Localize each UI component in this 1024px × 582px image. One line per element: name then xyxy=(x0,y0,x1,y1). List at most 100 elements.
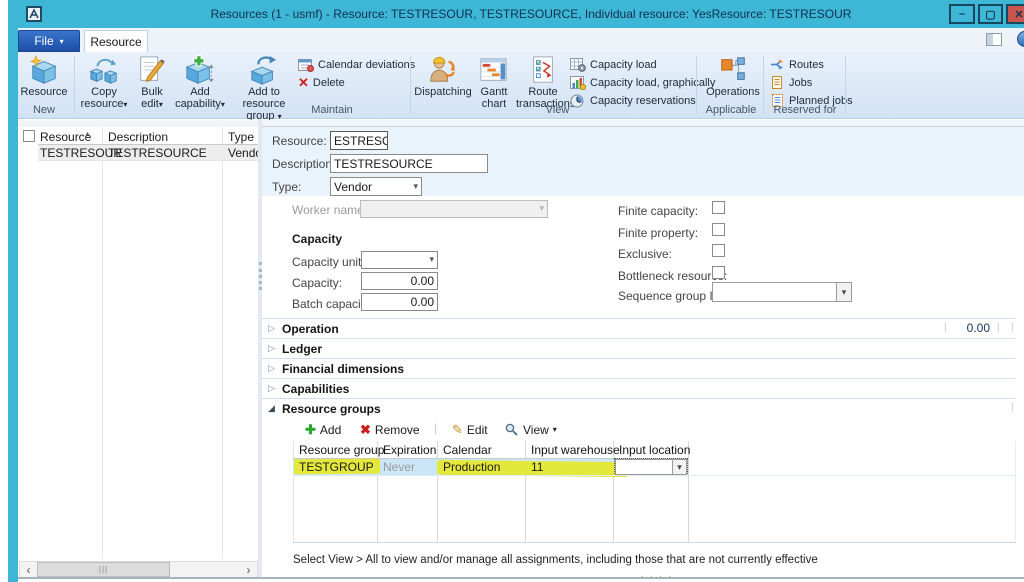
type-dropdown[interactable]: Vendor ▾ xyxy=(330,177,422,196)
horizontal-scrollbar[interactable]: ‹ ||| › xyxy=(19,561,258,578)
bulk-edit-button[interactable]: Bulk edit▾ xyxy=(132,55,172,115)
tick-icon: | xyxy=(997,322,1000,333)
scrollbar-thumb[interactable]: ||| xyxy=(37,562,170,577)
section-operation[interactable]: ▷ Operation xyxy=(262,318,1015,338)
operations-icon xyxy=(718,55,748,85)
section-ledger[interactable]: ▷ Ledger xyxy=(262,338,1015,358)
dropdown-arrow-button[interactable]: ▾ xyxy=(672,460,686,474)
chevron-down-icon: ▾ xyxy=(842,287,847,298)
section-financial-dimensions-label: Financial dimensions xyxy=(282,362,404,376)
tab-resource[interactable]: Resource xyxy=(84,30,148,52)
description-field[interactable]: TESTRESOURCE xyxy=(330,154,488,173)
worker-name-dropdown[interactable]: ▾ xyxy=(360,200,548,218)
section-resource-groups-label: Resource groups xyxy=(282,402,381,416)
group-separator xyxy=(696,56,697,114)
tab-resource-label: Resource xyxy=(90,35,141,49)
rg-col-expiration[interactable]: Expiration xyxy=(383,443,436,457)
row-divider xyxy=(38,160,258,161)
resize-grip-icon[interactable]: · · · · xyxy=(640,569,673,582)
thumb-grip-icon: ||| xyxy=(99,565,108,574)
close-button[interactable]: ✕ xyxy=(1006,4,1024,24)
batch-capacity-field[interactable]: 0.00 xyxy=(361,293,438,311)
select-all-checkbox[interactable] xyxy=(23,130,35,142)
section-resource-groups[interactable]: ◢ Resource groups xyxy=(262,398,1015,418)
chevron-down-icon: ▾ xyxy=(123,100,127,109)
ribbon-tab-row xyxy=(18,28,1024,52)
finite-capacity-checkbox[interactable] xyxy=(712,201,725,214)
exclusive-label: Exclusive: xyxy=(618,247,672,261)
view-button[interactable]: View ▾ xyxy=(505,420,557,439)
bottleneck-resource-checkbox[interactable] xyxy=(712,266,725,279)
scroll-left-button[interactable]: ‹ xyxy=(20,562,37,577)
tick-icon: | xyxy=(1011,322,1014,333)
edit-button-label: Edit xyxy=(467,423,488,437)
cell-calendar: Production xyxy=(443,460,500,474)
rg-col-input-location[interactable]: Input location xyxy=(619,443,690,457)
rg-col-resource-group[interactable]: Resource group xyxy=(299,443,384,457)
capacity-load-label: Capacity load xyxy=(590,59,657,71)
remove-icon: ✖ xyxy=(360,422,371,438)
route-page-icon xyxy=(528,55,558,85)
copy-resource-button[interactable]: Copy resource▾ xyxy=(78,55,130,115)
rg-col-input-warehouse[interactable]: Input warehouse xyxy=(531,443,620,457)
remove-button[interactable]: ✖ Remove xyxy=(360,420,420,439)
scroll-right-button[interactable]: › xyxy=(240,562,257,577)
expander-icon: ▷ xyxy=(268,363,282,374)
file-menu-label: File xyxy=(34,34,53,48)
edit-page-icon xyxy=(137,55,167,85)
rg-col-calendar[interactable]: Calendar xyxy=(443,443,492,457)
capacity-field[interactable]: 0.00 xyxy=(361,272,438,290)
exclusive-checkbox[interactable] xyxy=(712,244,725,257)
type-field-label: Type: xyxy=(272,180,301,194)
scroll-left-icon: ‹ xyxy=(27,563,31,577)
dispatching-button[interactable]: Dispatching xyxy=(414,55,472,115)
cube-plus-icon xyxy=(185,55,215,85)
layout-toggle-icon[interactable] xyxy=(986,33,1002,46)
chevron-down-icon: ▾ xyxy=(539,203,544,214)
add-capability-button[interactable]: Add capability▾ xyxy=(174,55,226,115)
left-grid-col-description[interactable]: Description xyxy=(108,130,168,144)
maximize-button[interactable]: ▢ xyxy=(978,4,1003,24)
add-button[interactable]: ✚ Add xyxy=(305,420,341,439)
capacity-load-button[interactable]: Capacity load xyxy=(570,56,657,73)
add-capability-label: Add capability xyxy=(175,86,221,110)
section-financial-dimensions[interactable]: ▷ Financial dimensions xyxy=(262,358,1015,378)
view-all-note: Select View > All to view and/or manage … xyxy=(293,554,818,566)
tick-icon: | xyxy=(944,322,947,333)
section-capabilities[interactable]: ▷ Capabilities xyxy=(262,378,1015,398)
row-divider xyxy=(293,475,1015,476)
finite-property-checkbox[interactable] xyxy=(712,223,725,236)
edit-button[interactable]: ✎ Edit xyxy=(452,420,488,439)
dropdown-arrow-button[interactable]: ▾ xyxy=(836,283,851,301)
left-grid-col-type[interactable]: Type xyxy=(228,130,254,144)
resource-button-label: Resource xyxy=(20,86,67,98)
finite-property-label: Finite property: xyxy=(618,226,698,240)
description-field-label: Description: xyxy=(272,157,335,171)
file-menu-button[interactable]: File ▾ xyxy=(18,30,80,52)
calendar-deviations-button[interactable]: Calendar deviations xyxy=(298,56,415,73)
expander-icon: ▷ xyxy=(268,323,282,334)
group-separator xyxy=(845,56,846,114)
title-bar[interactable]: Resources (1 - usmf) - Resource: TESTRES… xyxy=(8,0,1024,28)
grid-column-divider xyxy=(437,441,438,542)
sort-asc-icon: ▲ xyxy=(84,131,91,138)
resource-field-label: Resource: xyxy=(272,134,327,148)
chevron-down-icon: ▾ xyxy=(159,100,163,109)
sequence-group-id-dropdown[interactable]: ▾ xyxy=(712,282,852,302)
resource-field-value: ESTRESOUR xyxy=(334,134,388,148)
delete-button[interactable]: ✕ Delete xyxy=(298,74,345,91)
calendar-icon xyxy=(298,58,314,72)
jobs-button[interactable]: Jobs xyxy=(770,74,812,91)
grid-border xyxy=(1015,441,1016,542)
routes-button[interactable]: Routes xyxy=(770,56,824,73)
copy-resource-label: Copy resource xyxy=(81,86,124,110)
minimize-button[interactable]: – xyxy=(949,4,975,24)
capacity-load-graphically-button[interactable]: Capacity load, graphically xyxy=(570,74,715,91)
input-location-dropdown[interactable]: ▾ xyxy=(615,459,687,475)
column-divider xyxy=(102,127,103,559)
capacity-unit-dropdown[interactable]: ▾ xyxy=(361,251,438,269)
magnifier-icon xyxy=(505,423,519,436)
group-label-view: View xyxy=(500,104,615,116)
resource-field[interactable]: ESTRESOUR xyxy=(330,131,388,150)
finite-capacity-label: Finite capacity: xyxy=(618,204,698,218)
